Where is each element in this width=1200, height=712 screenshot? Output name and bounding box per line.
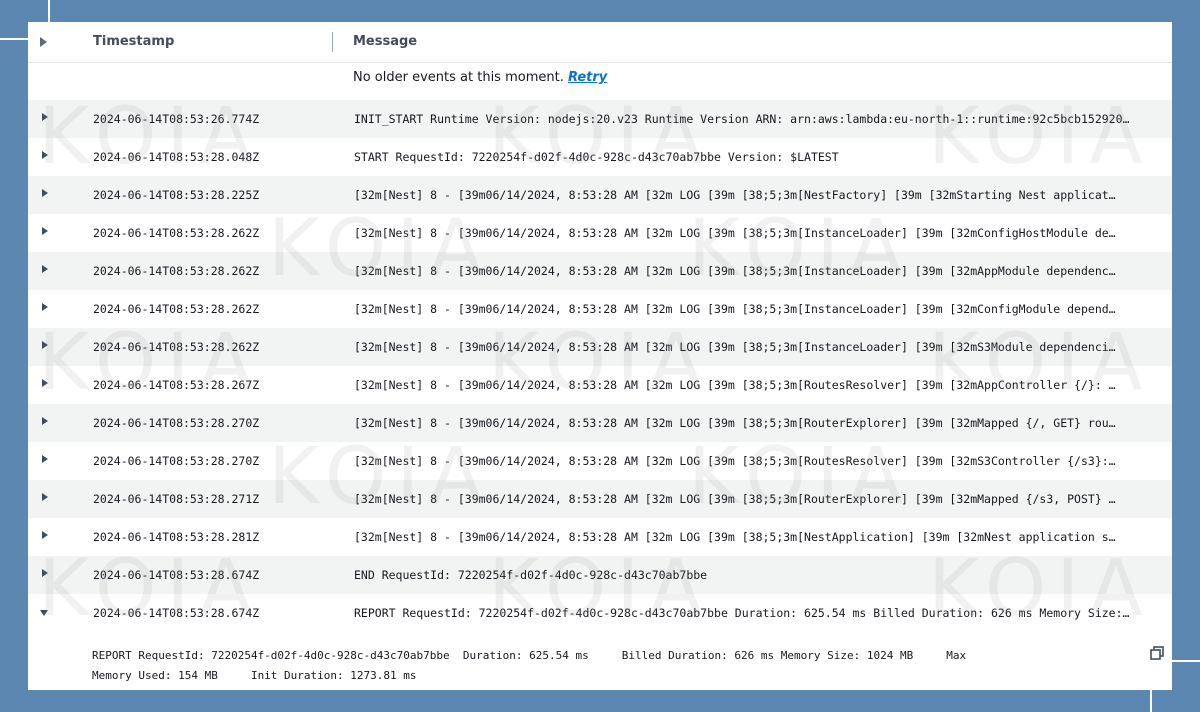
event-message: [32m[Nest] 8 - [39m06/14/2024, 8:53:28 A… — [354, 378, 1116, 392]
log-event-row[interactable]: 2024-06-14T08:53:28.048Z START RequestId:… — [28, 138, 1172, 176]
expand-row-icon[interactable] — [42, 341, 48, 349]
expand-row-icon[interactable] — [42, 569, 48, 577]
event-timestamp: 2024-06-14T08:53:28.281Z — [93, 530, 260, 544]
detail-line-1: REPORT RequestId: 7220254f-d02f-4d0c-928… — [92, 649, 967, 662]
event-timestamp: 2024-06-14T08:53:28.262Z — [93, 264, 260, 278]
event-timestamp: 2024-06-14T08:53:28.270Z — [93, 416, 260, 430]
log-event-row[interactable]: 2024-06-14T08:53:28.267Z [32m[Nest] 8 - … — [28, 366, 1172, 404]
event-message: [32m[Nest] 8 - [39m06/14/2024, 8:53:28 A… — [354, 302, 1116, 316]
event-timestamp: 2024-06-14T08:53:28.270Z — [93, 454, 260, 468]
log-event-row[interactable]: 2024-06-14T08:53:28.674Z REPORT RequestId… — [28, 594, 1172, 632]
column-resizer[interactable] — [332, 32, 333, 52]
expand-row-icon[interactable] — [42, 455, 48, 463]
log-event-row[interactable]: 2024-06-14T08:53:28.271Z [32m[Nest] 8 - … — [28, 480, 1172, 518]
log-event-row[interactable]: 2024-06-14T08:53:28.270Z [32m[Nest] 8 - … — [28, 404, 1172, 442]
event-timestamp: 2024-06-14T08:53:28.262Z — [93, 340, 260, 354]
copy-icon[interactable] — [1150, 646, 1164, 660]
event-message: [32m[Nest] 8 - [39m06/14/2024, 8:53:28 A… — [354, 264, 1116, 278]
event-timestamp: 2024-06-14T08:53:28.225Z — [93, 188, 260, 202]
log-event-row[interactable]: 2024-06-14T08:53:28.262Z [32m[Nest] 8 - … — [28, 214, 1172, 252]
event-message: [32m[Nest] 8 - [39m06/14/2024, 8:53:28 A… — [354, 416, 1116, 430]
log-event-row[interactable]: 2024-06-14T08:53:28.262Z [32m[Nest] 8 - … — [28, 252, 1172, 290]
event-message: [32m[Nest] 8 - [39m06/14/2024, 8:53:28 A… — [354, 340, 1116, 354]
log-events-panel: Timestamp Message No older events at thi… — [28, 22, 1172, 690]
event-message: REPORT RequestId: 7220254f-d02f-4d0c-928… — [354, 606, 1130, 620]
event-message: START RequestId: 7220254f-d02f-4d0c-928c… — [354, 150, 839, 164]
expand-row-icon[interactable] — [42, 417, 48, 425]
log-event-row[interactable]: 2024-06-14T08:53:28.281Z [32m[Nest] 8 - … — [28, 518, 1172, 556]
log-event-row[interactable]: 2024-06-14T08:53:28.225Z [32m[Nest] 8 - … — [28, 176, 1172, 214]
event-timestamp: 2024-06-14T08:53:28.048Z — [93, 150, 260, 164]
event-message: [32m[Nest] 8 - [39m06/14/2024, 8:53:28 A… — [354, 454, 1116, 468]
event-message: INIT_START Runtime Version: nodejs:20.v2… — [354, 112, 1130, 126]
event-message: [32m[Nest] 8 - [39m06/14/2024, 8:53:28 A… — [354, 188, 1116, 202]
event-timestamp: 2024-06-14T08:53:28.271Z — [93, 492, 260, 506]
expand-row-icon[interactable] — [42, 379, 48, 387]
event-timestamp: 2024-06-14T08:53:28.262Z — [93, 302, 260, 316]
event-timestamp: 2024-06-14T08:53:28.262Z — [93, 226, 260, 240]
event-timestamp: 2024-06-14T08:53:28.674Z — [93, 606, 260, 620]
expand-row-icon[interactable] — [42, 303, 48, 311]
notice-text: No older events at this moment. — [353, 70, 568, 85]
expand-row-icon[interactable] — [42, 227, 48, 235]
event-message: [32m[Nest] 8 - [39m06/14/2024, 8:53:28 A… — [354, 492, 1116, 506]
timestamp-column-header[interactable]: Timestamp — [93, 34, 174, 49]
no-older-events-notice: No older events at this moment. Retry — [353, 70, 607, 85]
expand-row-icon[interactable] — [42, 151, 48, 159]
table-header: Timestamp Message — [28, 22, 1172, 63]
event-message: [32m[Nest] 8 - [39m06/14/2024, 8:53:28 A… — [354, 226, 1116, 240]
expand-row-icon[interactable] — [42, 493, 48, 501]
expand-row-icon[interactable] — [42, 265, 48, 273]
expand-all-icon[interactable] — [40, 37, 47, 47]
expand-row-icon[interactable] — [42, 113, 48, 121]
log-event-row[interactable]: 2024-06-14T08:53:28.270Z [32m[Nest] 8 - … — [28, 442, 1172, 480]
event-message: END RequestId: 7220254f-d02f-4d0c-928c-d… — [354, 568, 708, 582]
message-column-header[interactable]: Message — [353, 34, 417, 49]
collapse-row-icon[interactable] — [40, 610, 48, 616]
expanded-event-detail: REPORT RequestId: 7220254f-d02f-4d0c-928… — [92, 646, 1132, 686]
log-event-row[interactable]: 2024-06-14T08:53:28.262Z [32m[Nest] 8 - … — [28, 328, 1172, 366]
event-timestamp: 2024-06-14T08:53:28.674Z — [93, 568, 260, 582]
expand-row-icon[interactable] — [42, 189, 48, 197]
detail-line-2: Memory Used: 154 MB Init Duration: 1273.… — [92, 669, 417, 682]
event-timestamp: 2024-06-14T08:53:26.774Z — [93, 112, 260, 126]
event-message: [32m[Nest] 8 - [39m06/14/2024, 8:53:28 A… — [354, 530, 1116, 544]
retry-link[interactable]: Retry — [568, 70, 607, 85]
expand-row-icon[interactable] — [42, 531, 48, 539]
log-event-row[interactable]: 2024-06-14T08:53:28.262Z [32m[Nest] 8 - … — [28, 290, 1172, 328]
log-event-row[interactable]: 2024-06-14T08:53:26.774Z INIT_START Runti… — [28, 100, 1172, 138]
log-event-row[interactable]: 2024-06-14T08:53:28.674Z END RequestId: 7… — [28, 556, 1172, 594]
event-timestamp: 2024-06-14T08:53:28.267Z — [93, 378, 260, 392]
